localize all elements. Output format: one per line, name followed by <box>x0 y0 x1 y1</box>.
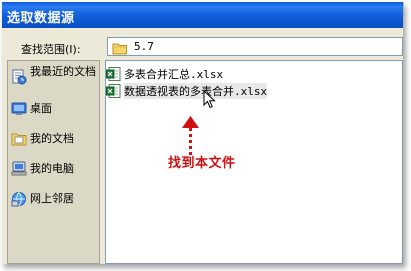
place-my-computer[interactable]: 我的电脑 <box>8 155 99 185</box>
desktop-icon <box>11 101 27 121</box>
excel-file-icon <box>106 83 121 102</box>
place-label: 我的文档 <box>30 132 74 145</box>
place-network[interactable]: 网上邻居 <box>8 185 99 215</box>
annotation-arrow-line <box>189 123 192 155</box>
look-in-label: 查找范围(I): <box>21 43 81 56</box>
look-in-dropdown[interactable]: 5.7 <box>107 37 403 56</box>
place-label: 桌面 <box>30 102 52 115</box>
place-label: 我最近的文档 <box>30 65 96 78</box>
mouse-pointer-icon <box>203 89 217 114</box>
title-bar[interactable]: 选取数据源 <box>2 2 403 28</box>
place-label: 我的电脑 <box>30 162 74 175</box>
file-name: 多表合并汇总.xlsx <box>124 68 224 81</box>
look-in-value: 5.7 <box>134 40 154 53</box>
my-computer-icon <box>11 161 27 181</box>
places-bar: 我最近的文档 桌面 我的文档 我的电脑 网上邻居 <box>7 60 100 264</box>
select-data-source-dialog: 选取数据源 查找范围(I): 5.7 我最近的文档 桌面 我的文档 我的电脑 网… <box>2 2 404 264</box>
place-label: 网上邻居 <box>30 192 74 205</box>
recent-documents-icon <box>11 69 27 89</box>
folder-icon <box>112 40 128 59</box>
place-recent-documents[interactable]: 我最近的文档 <box>8 63 99 93</box>
file-list[interactable]: 多表合并汇总.xlsx 数据透视表的多表合并.xlsx 找到本文件 <box>105 60 403 264</box>
file-name: 数据透视表的多表合并.xlsx <box>124 83 268 99</box>
network-places-icon <box>11 191 27 211</box>
file-item[interactable]: 多表合并汇总.xlsx <box>106 65 326 81</box>
my-documents-icon <box>11 131 27 151</box>
dialog-title: 选取数据源 <box>7 11 75 26</box>
place-my-documents[interactable]: 我的文档 <box>8 125 99 155</box>
place-desktop[interactable]: 桌面 <box>8 95 99 125</box>
annotation-text: 找到本文件 <box>168 156 236 171</box>
